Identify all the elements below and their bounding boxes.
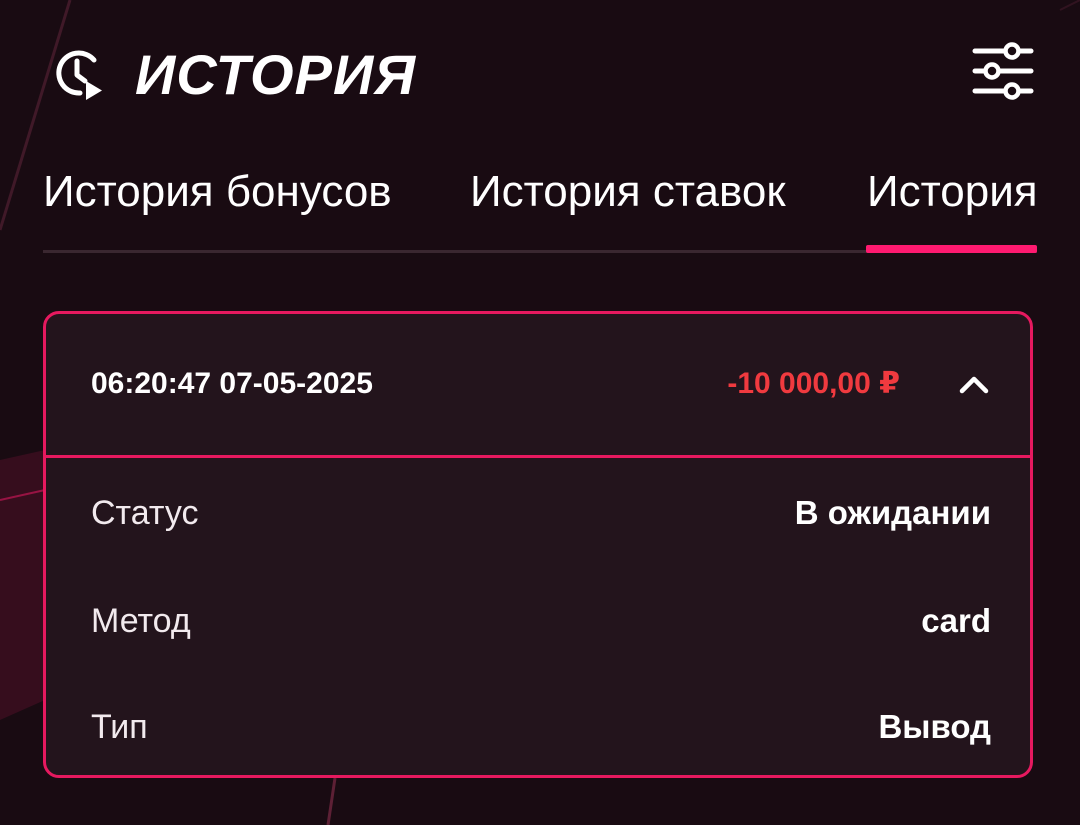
detail-row-type: Тип Вывод: [91, 702, 991, 752]
detail-row-status: Статус В ожидании: [91, 488, 991, 538]
history-tabs: История бонусов История ставок История: [43, 150, 1037, 253]
transaction-amount: -10 000,00 ₽: [727, 367, 900, 400]
active-tab-indicator: [866, 245, 1037, 253]
transaction-card: 06:20:47 07-05-2025 -10 000,00 ₽ Статус …: [43, 311, 1033, 778]
detail-label: Метод: [91, 602, 191, 640]
transaction-datetime: 06:20:47 07-05-2025: [91, 367, 373, 400]
history-clock-play-icon: [50, 46, 106, 102]
chevron-up-icon[interactable]: [959, 374, 989, 394]
detail-value: card: [921, 602, 991, 639]
detail-row-method: Метод card: [91, 596, 991, 646]
tab-bonus-history[interactable]: История бонусов: [43, 166, 392, 218]
transaction-card-header[interactable]: 06:20:47 07-05-2025 -10 000,00 ₽: [46, 314, 1030, 458]
detail-value: Вывод: [878, 708, 991, 745]
detail-label: Статус: [91, 494, 199, 532]
sliders-icon: [970, 42, 1036, 106]
detail-value: В ожидании: [794, 494, 991, 531]
page-header: ИСТОРИЯ: [50, 40, 1040, 106]
filter-button[interactable]: [970, 40, 1036, 102]
page-title: ИСТОРИЯ: [135, 43, 417, 106]
detail-label: Тип: [91, 708, 148, 746]
tab-bet-history[interactable]: История ставок: [470, 166, 786, 218]
tab-transaction-history[interactable]: История: [867, 166, 1037, 218]
